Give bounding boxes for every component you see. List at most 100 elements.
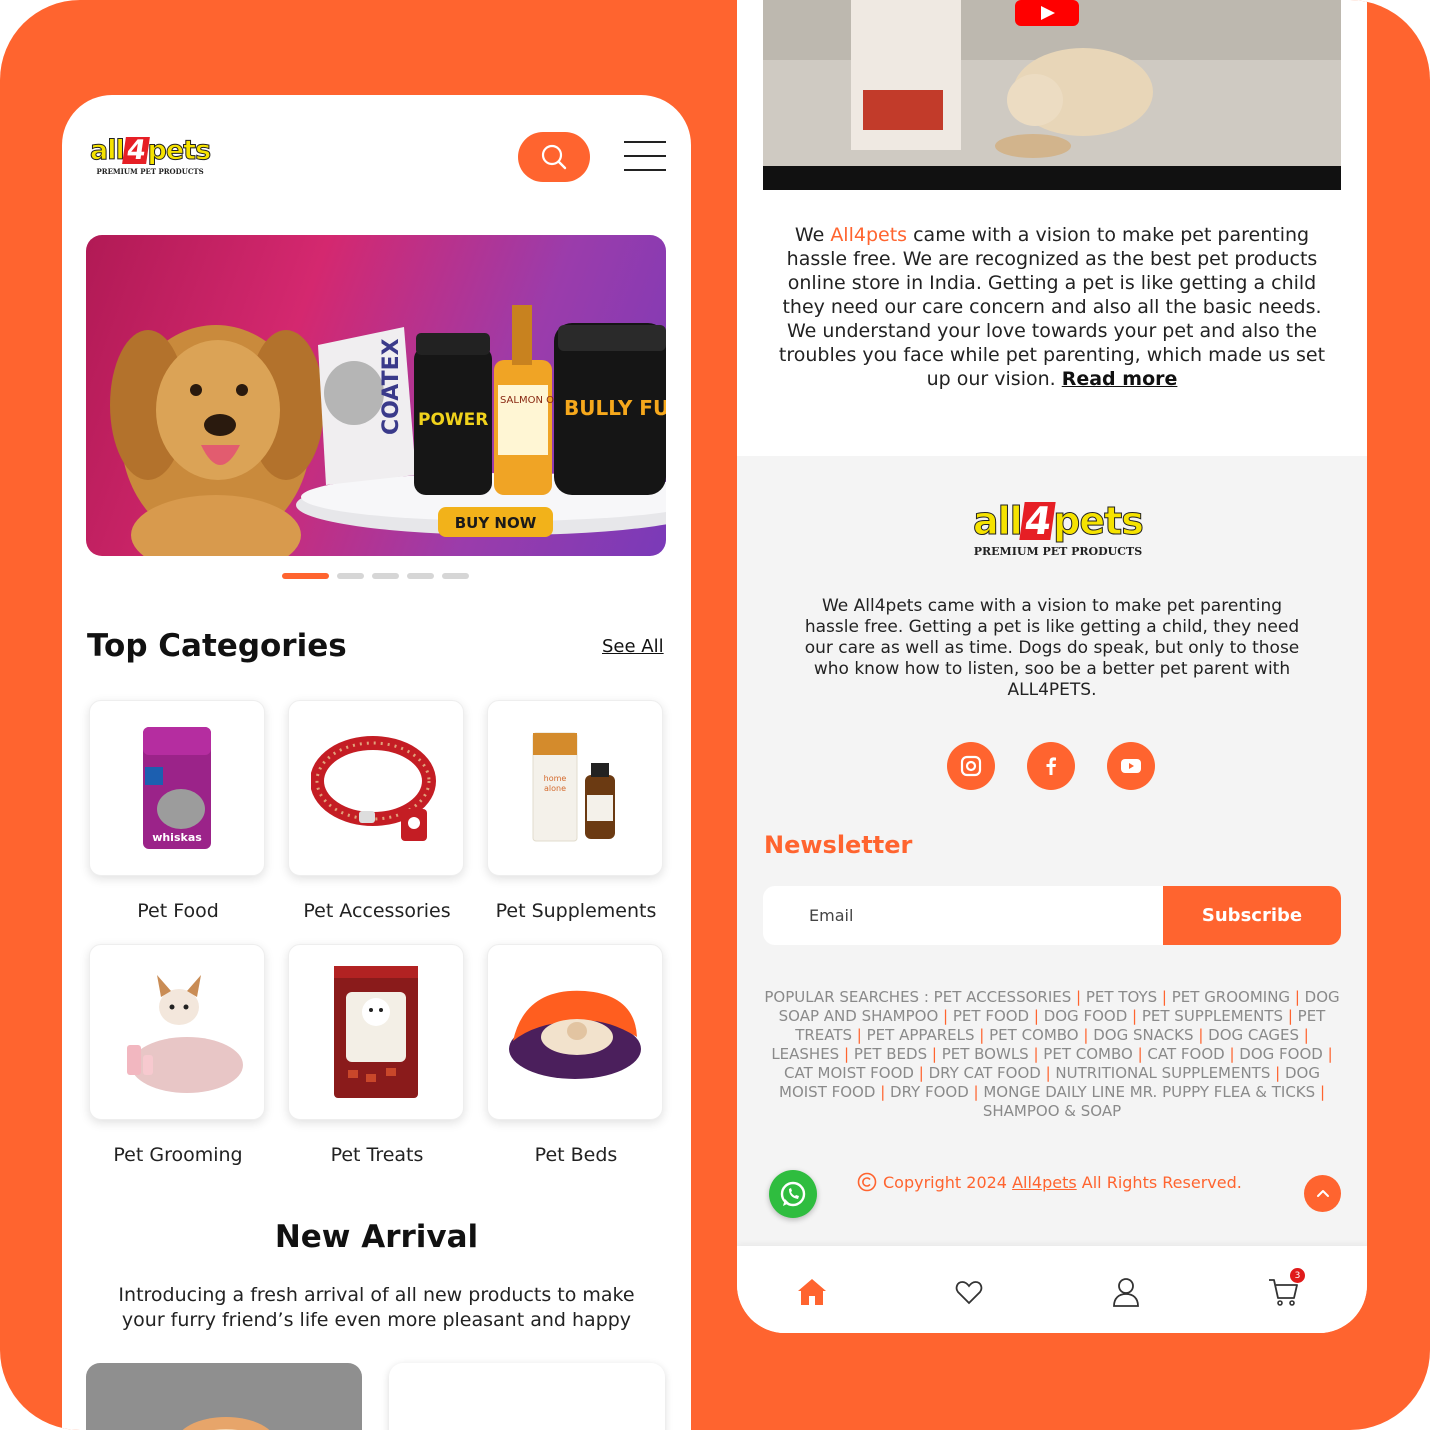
popular-search-link[interactable]: PET APPARELS (867, 1026, 975, 1044)
subscribe-button[interactable]: Subscribe (1163, 886, 1341, 945)
category-card[interactable]: home alone (487, 700, 663, 876)
separator: | (1127, 1007, 1142, 1025)
see-all-link[interactable]: See All (602, 636, 664, 657)
popular-search-link[interactable]: NUTRITIONAL SUPPLEMENTS (1055, 1064, 1270, 1082)
separator: | (1071, 988, 1086, 1006)
category-pet-treats[interactable]: Pet Treats (288, 944, 466, 1166)
brand-logo[interactable]: all4pets PREMIUM PET PRODUCTS (90, 135, 212, 176)
top-categories-title: Top Categories (87, 628, 347, 664)
popular-search-link[interactable]: DRY FOOD (890, 1083, 969, 1101)
category-pet-beds[interactable]: Pet Beds (487, 944, 665, 1166)
popular-search-link[interactable]: DOG CAGES (1208, 1026, 1299, 1044)
carousel-dot[interactable] (372, 573, 399, 579)
popular-search-link[interactable]: PET GROOMING (1172, 988, 1290, 1006)
category-label: Pet Food (137, 900, 219, 922)
popular-search-link[interactable]: PET TOYS (1086, 988, 1157, 1006)
separator: | (1290, 988, 1305, 1006)
separator: | (938, 1007, 953, 1025)
video-progress-bar[interactable] (763, 166, 1341, 190)
page-background: all4pets PREMIUM PET PRODUCTS COATEX POW… (0, 0, 1430, 1430)
whatsapp-icon[interactable] (769, 1170, 817, 1218)
category-label: Pet Grooming (113, 1144, 243, 1166)
banner-buy-now[interactable]: BUY NOW (455, 514, 537, 532)
separator: | (1270, 1064, 1285, 1082)
popular-search-link[interactable]: CAT FOOD (1147, 1045, 1224, 1063)
search-button[interactable] (518, 132, 590, 182)
carousel-dot[interactable] (442, 573, 469, 579)
nav-account[interactable] (1108, 1274, 1144, 1310)
nav-home[interactable] (794, 1274, 830, 1310)
popular-search-link[interactable]: PET FOOD (953, 1007, 1029, 1025)
read-more-link[interactable]: Read more (1062, 368, 1178, 390)
email-field[interactable] (763, 886, 1163, 945)
svg-text:alone: alone (544, 784, 566, 793)
pet-collar-image (311, 736, 436, 841)
category-card[interactable] (288, 700, 464, 876)
popular-search-link[interactable]: CAT MOIST FOOD (784, 1064, 914, 1082)
pet-treats-image (334, 966, 418, 1098)
category-pet-supplements[interactable]: home alone Pet Supplements (487, 700, 665, 922)
cart-count-badge: 3 (1290, 1268, 1305, 1283)
svg-text:home: home (544, 774, 567, 783)
chevron-up-icon (1316, 1189, 1329, 1197)
popular-search-link[interactable]: DOG FOOD (1044, 1007, 1128, 1025)
brand-video[interactable] (763, 0, 1341, 190)
new-arrival-product-card[interactable] (86, 1363, 362, 1430)
carousel-dot[interactable] (282, 573, 329, 579)
category-card[interactable] (288, 944, 464, 1120)
facebook-icon[interactable] (1027, 742, 1075, 790)
pet-grooming-image (127, 975, 243, 1093)
category-label: Pet Treats (330, 1144, 424, 1166)
separator: | (1315, 1083, 1325, 1101)
carousel-dot[interactable] (337, 573, 364, 579)
popular-search-link[interactable]: SHAMPOO & SOAP (983, 1102, 1121, 1120)
about-brand-link[interactable]: All4pets (830, 224, 907, 246)
video-thumbnail (763, 0, 1341, 190)
copyright-brand-link[interactable]: All4pets (1012, 1173, 1077, 1192)
footer-description: We All4pets came with a vision to make p… (804, 596, 1300, 700)
new-arrival-description: Introducing a fresh arrival of all new p… (118, 1284, 635, 1331)
youtube-icon[interactable] (1107, 742, 1155, 790)
popular-search-link[interactable]: PET COMBO (989, 1026, 1079, 1044)
footer-brand-logo[interactable]: all4pets PREMIUM PET PRODUCTS (973, 499, 1145, 558)
promo-banner[interactable]: COATEX POWER GAIN SALMON OIL BULLY FUEL … (86, 235, 666, 556)
scroll-to-top-button[interactable] (1304, 1175, 1341, 1212)
instagram-icon[interactable] (947, 742, 995, 790)
category-pet-grooming[interactable]: Pet Grooming (89, 944, 267, 1166)
category-pet-accessories[interactable]: Pet Accessories (288, 700, 466, 922)
social-links (947, 742, 1155, 790)
banner-artwork: COATEX POWER GAIN SALMON OIL BULLY FUEL … (110, 305, 666, 556)
category-card[interactable] (89, 944, 265, 1120)
popular-search-link[interactable]: PET ACCESSORIES (934, 988, 1072, 1006)
popular-search-link[interactable]: MONGE DAILY LINE MR. PUPPY FLEA & TICKS (983, 1083, 1315, 1101)
banner-salmon-label: SALMON OIL (500, 395, 563, 406)
popular-search-link[interactable]: PET BEDS (854, 1045, 927, 1063)
category-card[interactable] (487, 944, 663, 1120)
category-card[interactable]: whiskas (89, 700, 265, 876)
category-pet-food[interactable]: whiskas Pet Food (89, 700, 267, 922)
nav-wishlist[interactable] (951, 1274, 987, 1310)
carousel-dot[interactable] (407, 573, 434, 579)
separator: | (927, 1045, 942, 1063)
popular-search-link[interactable]: PET SUPPLEMENTS (1142, 1007, 1283, 1025)
nav-cart[interactable]: 3 (1265, 1268, 1305, 1310)
popular-search-link[interactable]: PET BOWLS (942, 1045, 1029, 1063)
copyright: Copyright 2024 All4pets All Rights Reser… (857, 1172, 1242, 1192)
separator: | (1322, 1045, 1333, 1063)
user-icon (1113, 1278, 1139, 1307)
popular-search-link[interactable]: DRY CAT FOOD (929, 1064, 1041, 1082)
bottom-navigation: 3 (737, 1246, 1367, 1333)
separator: | (1193, 1026, 1209, 1044)
popular-search-link[interactable]: DOG FOOD (1239, 1045, 1323, 1063)
separator: | (913, 1064, 929, 1082)
new-arrival-title: New Arrival (274, 1219, 479, 1255)
footer-brand-tagline: PREMIUM PET PRODUCTS (973, 545, 1143, 558)
popular-search-link[interactable]: LEASHES (771, 1045, 839, 1063)
hamburger-menu-icon[interactable] (624, 141, 666, 171)
separator: | (1078, 1026, 1094, 1044)
new-arrival-product-card[interactable] (389, 1363, 665, 1430)
popular-search-link[interactable]: DOG SNACKS (1093, 1026, 1193, 1044)
category-label: Pet Beds (534, 1144, 618, 1166)
home-icon (798, 1279, 826, 1305)
popular-search-link[interactable]: PET COMBO (1043, 1045, 1133, 1063)
